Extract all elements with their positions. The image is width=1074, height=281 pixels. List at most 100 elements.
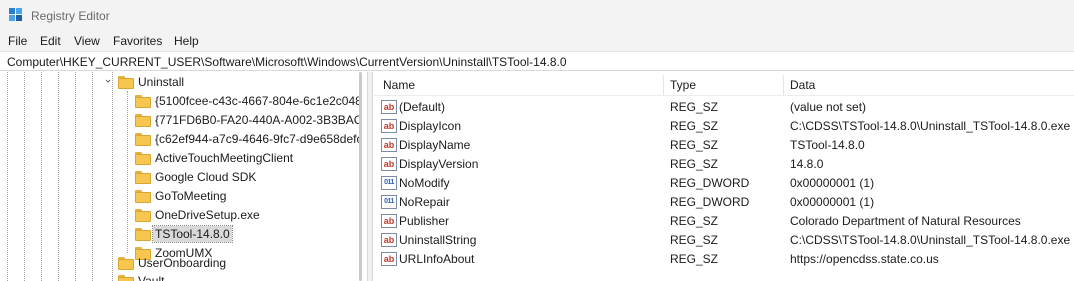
tree-item-label: {c62ef944-a7c9-4646-9fc7-d9e658defc: [155, 132, 363, 146]
folder-icon: [135, 228, 151, 241]
value-type: REG_SZ: [670, 214, 719, 228]
value-type: REG_SZ: [670, 138, 719, 152]
pane-splitter[interactable]: [367, 72, 373, 281]
tree-item[interactable]: Vault: [0, 272, 360, 281]
string-value-icon: ab: [381, 138, 397, 152]
window-title: Registry Editor: [31, 9, 110, 23]
value-type: REG_SZ: [670, 233, 719, 247]
value-name: NoRepair: [399, 195, 450, 209]
tree-item-uninstall[interactable]: › Uninstall: [0, 73, 360, 92]
value-name: Publisher: [399, 214, 450, 228]
chevron-down-icon[interactable]: ›: [102, 79, 114, 83]
column-header-type[interactable]: Type: [670, 78, 696, 92]
value-type: REG_SZ: [670, 119, 719, 133]
folder-icon: [135, 171, 151, 184]
folder-icon: [135, 133, 151, 146]
tree-item-label: Google Cloud SDK: [155, 170, 257, 184]
value-name: DisplayVersion: [399, 157, 479, 171]
tree-item-label: Uninstall: [138, 75, 185, 89]
string-value-icon: ab: [381, 214, 397, 228]
tree-item[interactable]: OneDriveSetup.exe: [0, 206, 360, 225]
dword-value-icon: 011: [381, 195, 397, 209]
column-divider[interactable]: [783, 75, 784, 95]
value-data: (value not set): [790, 100, 867, 114]
folder-icon: [135, 95, 151, 108]
values-list[interactable]: Name Type Data ab (Default) REG_SZ (valu…: [374, 72, 1074, 281]
address-path[interactable]: Computer\HKEY_CURRENT_USER\Software\Micr…: [7, 55, 567, 69]
value-name: UninstallString: [399, 233, 477, 247]
folder-icon: [135, 190, 151, 203]
string-value-icon: ab: [381, 100, 397, 114]
folder-icon: [135, 209, 151, 222]
value-name: DisplayIcon: [399, 119, 462, 133]
header-divider: [374, 95, 1074, 96]
value-data: 0x00000001 (1): [790, 176, 875, 190]
tree-item[interactable]: UserOnboarding: [0, 254, 360, 273]
tree-item-label: {5100fcee-c43c-4667-804e-6c1e2c048: [155, 94, 362, 108]
menu-help[interactable]: Help: [174, 34, 199, 48]
value-row[interactable]: ab Publisher REG_SZ Colorado Department …: [374, 211, 1074, 230]
tree-item[interactable]: Google Cloud SDK: [0, 168, 360, 187]
value-name: NoModify: [399, 176, 450, 190]
string-value-icon: ab: [381, 119, 397, 133]
value-data: C:\CDSS\TSTool-14.8.0\Uninstall_TSTool-1…: [790, 233, 1071, 247]
value-row[interactable]: ab DisplayIcon REG_SZ C:\CDSS\TSTool-14.…: [374, 116, 1074, 135]
value-data: TSTool-14.8.0: [790, 138, 865, 152]
value-data: Colorado Department of Natural Resources: [790, 214, 1021, 228]
menu-bar: File Edit View Favorites Help: [0, 31, 1074, 51]
menu-edit[interactable]: Edit: [40, 34, 61, 48]
value-name: DisplayName: [399, 138, 471, 152]
tree-item[interactable]: {c62ef944-a7c9-4646-9fc7-d9e658defc: [0, 130, 363, 149]
column-divider[interactable]: [663, 75, 664, 95]
tree-item-label: TSTool-14.8.0: [152, 225, 233, 243]
string-value-icon: ab: [381, 252, 397, 266]
folder-icon: [118, 257, 134, 270]
value-data: C:\CDSS\TSTool-14.8.0\Uninstall_TSTool-1…: [790, 119, 1071, 133]
folder-icon: [118, 275, 134, 281]
column-header-name[interactable]: Name: [383, 78, 415, 92]
value-type: REG_SZ: [670, 252, 719, 266]
value-name: (Default): [399, 100, 446, 114]
tree-item[interactable]: ActiveTouchMeetingClient: [0, 149, 360, 168]
tree-item-label: {771FD6B0-FA20-440A-A002-3B3BAC1: [155, 113, 363, 127]
folder-icon: [118, 76, 134, 89]
value-row[interactable]: ab (Default) REG_SZ (value not set): [374, 97, 1074, 116]
value-type: REG_SZ: [670, 100, 719, 114]
value-row[interactable]: ab URLInfoAbout REG_SZ https://opencdss.…: [374, 249, 1074, 268]
value-name: URLInfoAbout: [399, 252, 475, 266]
key-tree[interactable]: › Uninstall {5100fcee-c43c-4667-804e-6c1…: [0, 72, 363, 281]
value-data: https://opencdss.state.co.us: [790, 252, 939, 266]
title-bar: Registry Editor: [0, 0, 1074, 31]
string-value-icon: ab: [381, 233, 397, 247]
value-row[interactable]: 011 NoRepair REG_DWORD 0x00000001 (1): [374, 192, 1074, 211]
tree-item-selected[interactable]: TSTool-14.8.0: [0, 225, 360, 244]
registry-editor-icon: [9, 8, 23, 22]
tree-item[interactable]: GoToMeeting: [0, 187, 360, 206]
folder-icon: [135, 114, 151, 127]
address-bar[interactable]: Computer\HKEY_CURRENT_USER\Software\Micr…: [0, 51, 1074, 71]
string-value-icon: ab: [381, 157, 397, 171]
tree-scrollbar[interactable]: [359, 72, 362, 281]
menu-favorites[interactable]: Favorites: [113, 34, 162, 48]
tree-item-label: Vault: [138, 274, 165, 281]
tree-item[interactable]: {771FD6B0-FA20-440A-A002-3B3BAC1: [0, 111, 363, 130]
tree-item-label: OneDriveSetup.exe: [155, 208, 260, 222]
menu-file[interactable]: File: [8, 34, 27, 48]
dword-value-icon: 011: [381, 176, 397, 190]
value-row[interactable]: ab DisplayVersion REG_SZ 14.8.0: [374, 154, 1074, 173]
column-header-data[interactable]: Data: [790, 78, 815, 92]
folder-icon: [135, 152, 151, 165]
tree-item-label: UserOnboarding: [138, 256, 227, 270]
value-row[interactable]: 011 NoModify REG_DWORD 0x00000001 (1): [374, 173, 1074, 192]
menu-view[interactable]: View: [74, 34, 100, 48]
tree-item[interactable]: {5100fcee-c43c-4667-804e-6c1e2c048: [0, 92, 362, 111]
value-data: 14.8.0: [790, 157, 824, 171]
value-data: 0x00000001 (1): [790, 195, 875, 209]
value-type: REG_SZ: [670, 157, 719, 171]
value-row[interactable]: ab DisplayName REG_SZ TSTool-14.8.0: [374, 135, 1074, 154]
tree-item-label: GoToMeeting: [155, 189, 227, 203]
value-row[interactable]: ab UninstallString REG_SZ C:\CDSS\TSTool…: [374, 230, 1074, 249]
tree-item-label: ActiveTouchMeetingClient: [155, 151, 294, 165]
value-type: REG_DWORD: [670, 176, 750, 190]
value-type: REG_DWORD: [670, 195, 750, 209]
